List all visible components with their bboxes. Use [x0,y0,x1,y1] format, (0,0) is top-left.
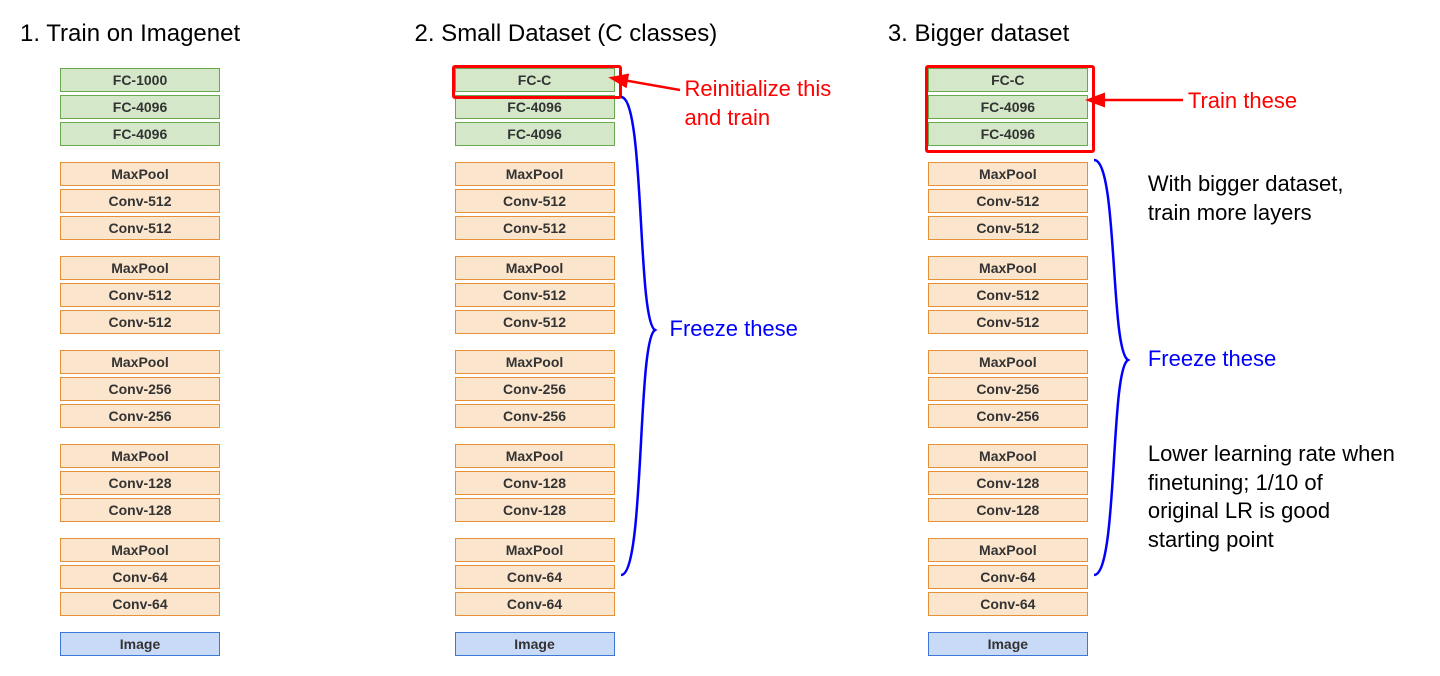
layer-conv-512: Conv-512 [455,216,615,240]
annotation-reinit: Reinitialize this and train [685,75,865,132]
layer-conv-512: Conv-512 [455,189,615,213]
diagram-container: 1. Train on Imagenet FC-1000 FC-4096 FC-40… [20,20,1420,656]
annotation-bigger: With bigger dataset, train more layers [1148,170,1378,227]
layer-fc-4096: FC-4096 [928,122,1088,146]
annotation-train: Train these [1188,87,1297,116]
layer-gap [60,525,220,535]
layer-fc-c: FC-C [455,68,615,92]
annotation-freeze-2: Freeze these [670,315,798,344]
layer-maxpool: MaxPool [928,538,1088,562]
layer-fc-4096: FC-4096 [60,95,220,119]
layer-conv-128: Conv-128 [455,498,615,522]
layer-conv-128: Conv-128 [928,471,1088,495]
layer-fc-4096: FC-4096 [60,122,220,146]
layer-gap [60,243,220,253]
layer-maxpool: MaxPool [60,162,220,186]
column-3: 3. Bigger dataset FC-C FC-4096 FC-4096 MaxP… [888,20,1420,656]
layer-image: Image [455,632,615,656]
annotation-lr: Lower learning rate when finetuning; 1/1… [1148,440,1398,554]
layer-conv-256: Conv-256 [928,377,1088,401]
layer-maxpool: MaxPool [60,256,220,280]
column-2: 2. Small Dataset (C classes) FC-C FC-4096… [415,20,868,656]
layer-conv-64: Conv-64 [455,565,615,589]
column-1: 1. Train on Imagenet FC-1000 FC-4096 FC-40… [20,20,395,656]
layer-gap [928,525,1088,535]
layer-gap [60,619,220,629]
layer-conv-256: Conv-256 [455,377,615,401]
layer-conv-128: Conv-128 [455,471,615,495]
layer-maxpool: MaxPool [928,350,1088,374]
layer-image: Image [60,632,220,656]
layer-maxpool: MaxPool [928,162,1088,186]
layer-gap [928,619,1088,629]
stack-1: FC-1000 FC-4096 FC-4096 MaxPool Conv-512 Conv… [60,68,220,656]
layer-maxpool: MaxPool [60,350,220,374]
layer-fc-4096: FC-4096 [928,95,1088,119]
layer-gap [455,525,615,535]
heading-2: 2. Small Dataset (C classes) [415,20,868,48]
layer-conv-512: Conv-512 [928,310,1088,334]
layer-gap [455,619,615,629]
layer-fc-1000: FC-1000 [60,68,220,92]
layer-gap [455,337,615,347]
layer-conv-256: Conv-256 [455,404,615,428]
layer-fc-4096: FC-4096 [455,95,615,119]
layer-conv-128: Conv-128 [60,471,220,495]
layer-conv-64: Conv-64 [928,565,1088,589]
stack-3: FC-C FC-4096 FC-4096 MaxPool Conv-512 Conv-51… [928,68,1088,656]
layer-maxpool: MaxPool [455,444,615,468]
layer-maxpool: MaxPool [60,538,220,562]
layer-gap [455,149,615,159]
layer-gap [455,243,615,253]
layer-maxpool: MaxPool [455,162,615,186]
layer-conv-256: Conv-256 [60,404,220,428]
layer-image: Image [928,632,1088,656]
heading-1: 1. Train on Imagenet [20,20,395,48]
layer-conv-512: Conv-512 [928,283,1088,307]
layer-conv-128: Conv-128 [928,498,1088,522]
layer-conv-256: Conv-256 [928,404,1088,428]
layer-conv-512: Conv-512 [60,283,220,307]
layer-conv-512: Conv-512 [928,216,1088,240]
layer-gap [928,149,1088,159]
layer-conv-64: Conv-64 [455,592,615,616]
layer-maxpool: MaxPool [928,256,1088,280]
layer-gap [928,431,1088,441]
layer-maxpool: MaxPool [455,538,615,562]
stack-2: FC-C FC-4096 FC-4096 MaxPool Conv-512 Conv-51… [455,68,615,656]
layer-conv-64: Conv-64 [60,592,220,616]
layer-conv-512: Conv-512 [60,310,220,334]
layer-conv-512: Conv-512 [60,189,220,213]
layer-gap [928,337,1088,347]
heading-3: 3. Bigger dataset [888,20,1420,48]
annotation-freeze-3: Freeze these [1148,345,1276,374]
layer-fc-4096: FC-4096 [455,122,615,146]
layer-maxpool: MaxPool [455,350,615,374]
layer-gap [60,431,220,441]
layer-gap [60,149,220,159]
layer-conv-512: Conv-512 [928,189,1088,213]
layer-conv-128: Conv-128 [60,498,220,522]
layer-maxpool: MaxPool [60,444,220,468]
layer-gap [455,431,615,441]
layer-gap [60,337,220,347]
layer-maxpool: MaxPool [928,444,1088,468]
layer-maxpool: MaxPool [455,256,615,280]
layer-conv-512: Conv-512 [455,310,615,334]
layer-conv-512: Conv-512 [455,283,615,307]
layer-conv-256: Conv-256 [60,377,220,401]
layer-gap [928,243,1088,253]
layer-conv-64: Conv-64 [928,592,1088,616]
layer-conv-64: Conv-64 [60,565,220,589]
layer-conv-512: Conv-512 [60,216,220,240]
layer-fc-c: FC-C [928,68,1088,92]
